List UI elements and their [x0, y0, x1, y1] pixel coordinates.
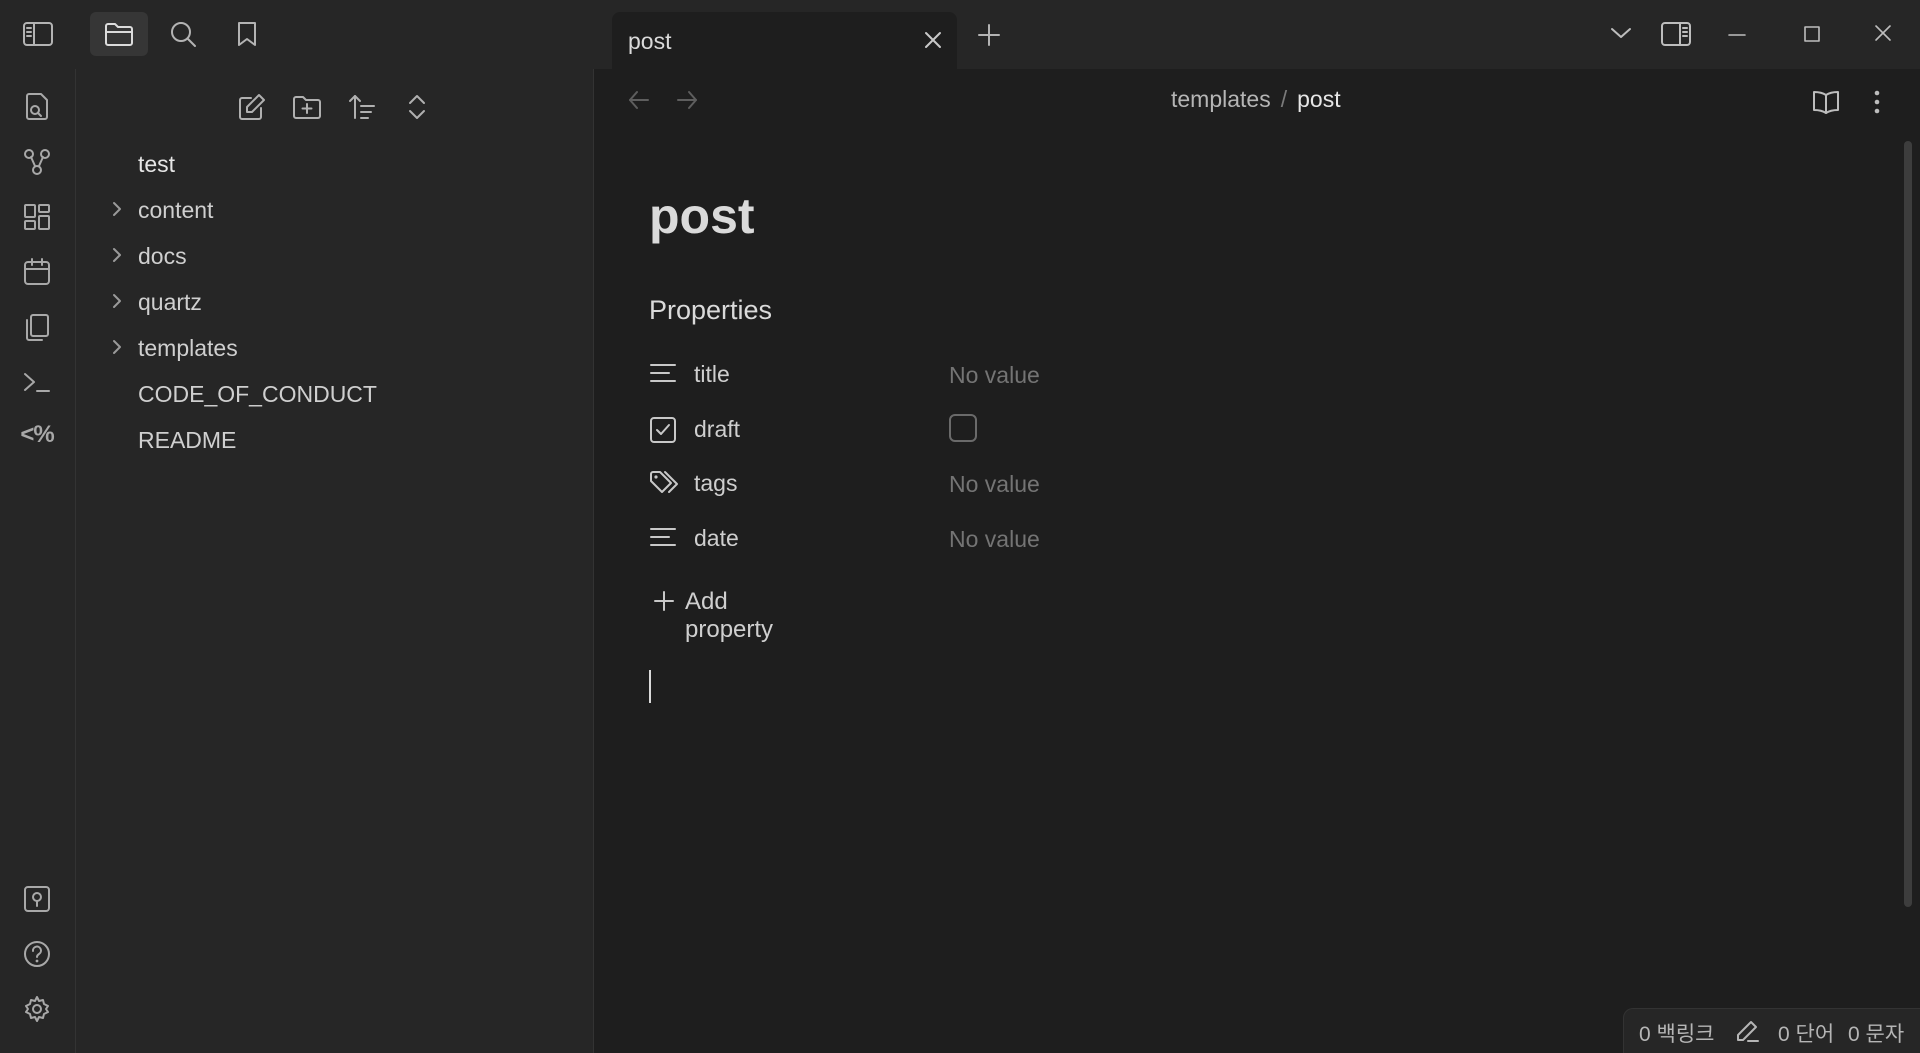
- property-name[interactable]: title: [694, 361, 730, 388]
- new-tab-icon[interactable]: [976, 22, 1002, 48]
- pencil-icon[interactable]: [1734, 1019, 1760, 1043]
- text-cursor[interactable]: [649, 670, 651, 703]
- folder-docs[interactable]: docs: [76, 233, 594, 277]
- property-draft: draft: [649, 410, 1449, 450]
- file-code-of-conduct[interactable]: CODE_OF_CONDUCT: [76, 371, 594, 415]
- back-arrow-icon[interactable]: [627, 89, 651, 111]
- property-title: title No value: [649, 355, 1449, 395]
- property-date: date No value: [649, 519, 1449, 559]
- property-tags: tags No value: [649, 464, 1449, 504]
- property-name[interactable]: tags: [694, 470, 737, 497]
- new-note-icon[interactable]: [234, 89, 270, 125]
- file-explorer: test content docs quartz templates CODE_…: [76, 69, 594, 1053]
- terminal-icon[interactable]: [19, 364, 55, 400]
- more-options-icon[interactable]: [1873, 89, 1881, 115]
- close-icon[interactable]: [1874, 24, 1892, 42]
- backlinks-count[interactable]: 0 백링크: [1639, 1018, 1714, 1048]
- calendar-icon[interactable]: [19, 254, 55, 290]
- property-name[interactable]: date: [694, 525, 739, 552]
- folder-content[interactable]: content: [76, 187, 594, 231]
- properties-heading[interactable]: Properties: [649, 295, 772, 326]
- property-value[interactable]: No value: [949, 362, 1040, 389]
- bookmark-icon[interactable]: [218, 12, 276, 56]
- help-icon[interactable]: [19, 936, 55, 972]
- vault-root[interactable]: test: [76, 141, 594, 185]
- title-bar: post: [0, 0, 1920, 69]
- ribbon: <%: [0, 69, 76, 1053]
- breadcrumb-parent[interactable]: templates: [1171, 86, 1271, 112]
- char-count: 0 문자: [1848, 1023, 1905, 1046]
- sort-icon[interactable]: [344, 89, 380, 125]
- file-search-icon[interactable]: [19, 89, 55, 125]
- folder-quartz[interactable]: quartz: [76, 279, 594, 323]
- breadcrumb-current[interactable]: post: [1297, 86, 1340, 112]
- templater-icon[interactable]: <%: [19, 417, 55, 453]
- minimize-icon[interactable]: [1728, 33, 1746, 37]
- property-name[interactable]: draft: [694, 416, 740, 443]
- property-value[interactable]: No value: [949, 526, 1040, 553]
- sidebar-toggle-icon[interactable]: [9, 12, 67, 56]
- text-lines-icon[interactable]: [649, 525, 677, 549]
- property-value[interactable]: No value: [949, 471, 1040, 498]
- search-icon[interactable]: [154, 12, 212, 56]
- gear-icon[interactable]: [19, 991, 55, 1027]
- tags-icon[interactable]: [649, 470, 679, 496]
- forward-arrow-icon[interactable]: [675, 89, 699, 111]
- text-lines-icon[interactable]: [649, 361, 677, 385]
- breadcrumb: templates / post: [1171, 86, 1341, 113]
- folder-icon[interactable]: [90, 12, 148, 56]
- tab-post[interactable]: post: [612, 12, 957, 69]
- word-count: 0 단어: [1778, 1023, 1835, 1046]
- vault-icon[interactable]: [19, 881, 55, 917]
- chevron-right-icon[interactable]: [110, 337, 124, 357]
- reading-view-icon[interactable]: [1811, 89, 1841, 115]
- copy-icon[interactable]: [19, 309, 55, 345]
- status-bar: 0 백링크 0 단어 0 문자: [1623, 1008, 1920, 1053]
- editor-pane: templates / post post Properties title No …: [595, 69, 1920, 1053]
- checkbox-icon[interactable]: [649, 416, 677, 444]
- page-title[interactable]: post: [649, 187, 755, 245]
- scrollbar[interactable]: [1904, 141, 1912, 907]
- collapse-icon[interactable]: [399, 89, 435, 125]
- chevron-right-icon[interactable]: [110, 291, 124, 311]
- chevron-right-icon[interactable]: [110, 245, 124, 265]
- draft-checkbox[interactable]: [949, 414, 977, 442]
- chevron-down-icon[interactable]: [1610, 26, 1632, 40]
- chevron-right-icon[interactable]: [110, 199, 124, 219]
- split-view-icon[interactable]: [1660, 21, 1692, 47]
- new-folder-icon[interactable]: [289, 89, 325, 125]
- breadcrumb-separator: /: [1280, 86, 1288, 112]
- close-tab-icon[interactable]: [923, 30, 943, 50]
- maximize-icon[interactable]: [1803, 25, 1821, 43]
- canvas-icon[interactable]: [19, 199, 55, 235]
- folder-templates[interactable]: templates: [76, 325, 594, 369]
- file-readme[interactable]: README: [76, 417, 594, 461]
- graph-icon[interactable]: [19, 144, 55, 180]
- plus-icon: [653, 590, 675, 612]
- tab-title: post: [628, 28, 672, 54]
